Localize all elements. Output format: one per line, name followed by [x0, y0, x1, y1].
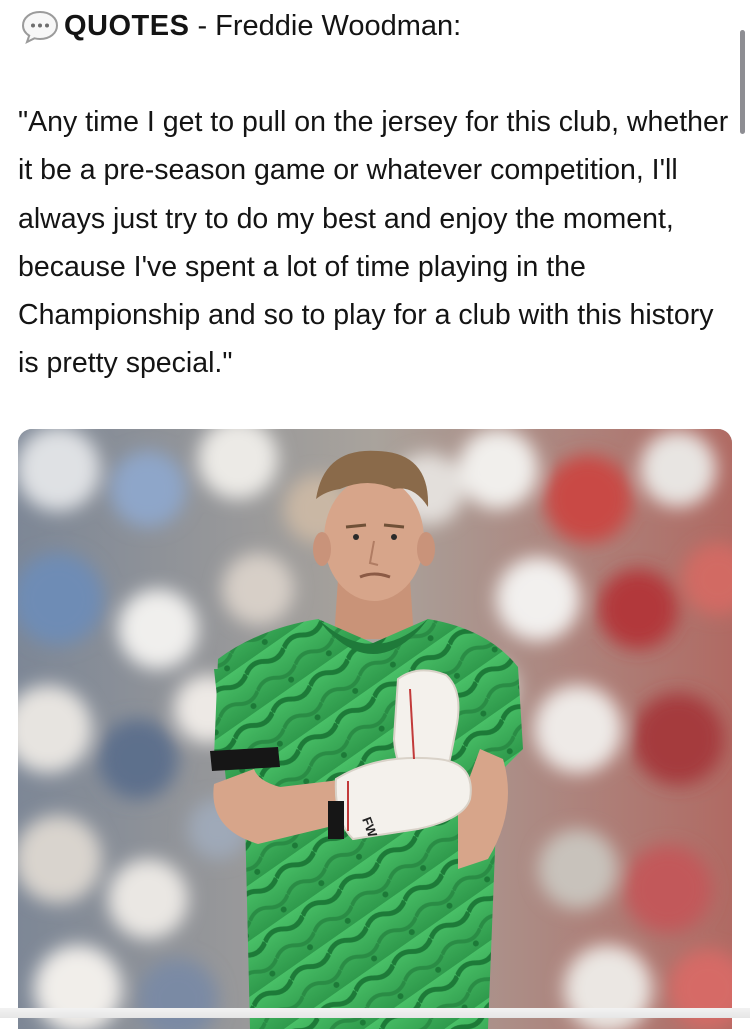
header-separator: -	[197, 9, 208, 42]
section-label: QUOTES	[64, 9, 190, 42]
bottom-edge	[0, 1008, 750, 1018]
speaker-name: Freddie Woodman:	[215, 9, 462, 42]
quote-text: "Any time I get to pull on the jersey fo…	[18, 106, 729, 380]
player-photo[interactable]: FW	[18, 429, 732, 1029]
player-photo-illustration: FW	[18, 429, 732, 1029]
speech-bubble-icon	[21, 10, 59, 44]
post-header: QUOTES - Freddie Woodman:	[20, 6, 461, 46]
scroll-indicator[interactable]	[740, 30, 745, 134]
